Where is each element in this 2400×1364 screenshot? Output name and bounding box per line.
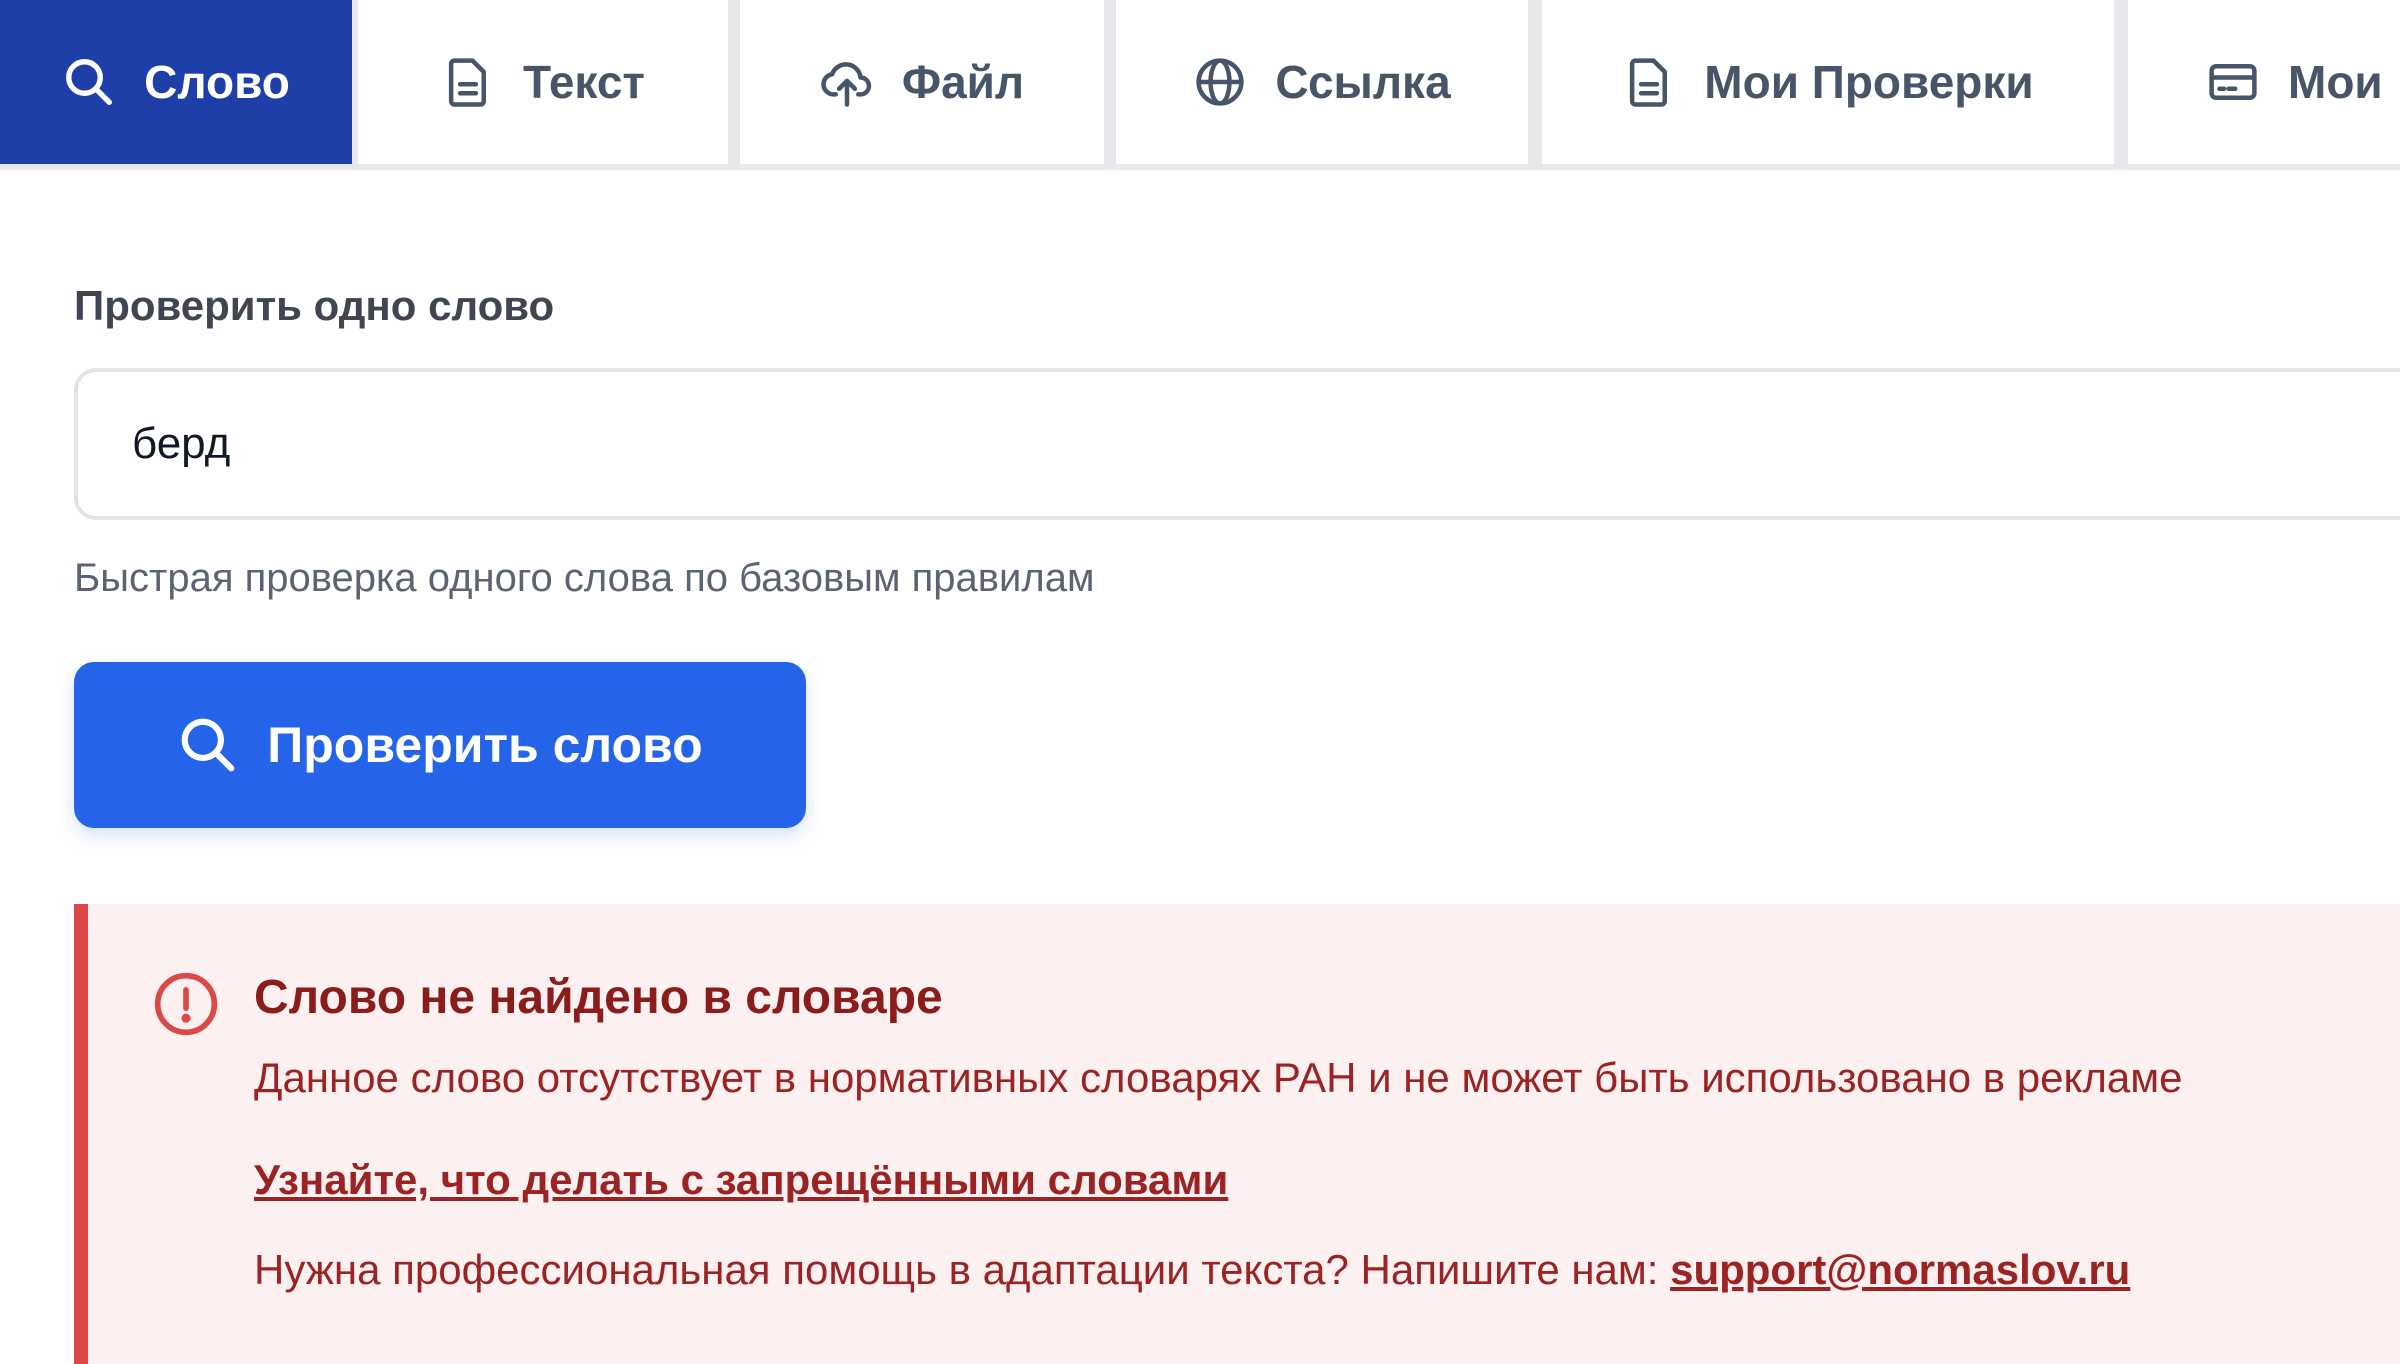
tab-text[interactable]: Текст (358, 0, 728, 164)
alert-description: Данное слово отсутствует в нормативных с… (254, 1054, 2183, 1101)
document-icon (441, 55, 495, 109)
error-alert: Слово не найдено в словаре Данное слово … (74, 904, 2400, 1364)
tab-label: Ссылка (1275, 56, 1451, 108)
tab-label: Слово (144, 56, 290, 108)
alert-help-line: Нужна профессиональная помощь в адаптаци… (254, 1246, 2130, 1294)
card-icon (2206, 55, 2260, 109)
section-title: Проверить одно слово (74, 282, 555, 329)
search-icon (177, 714, 239, 776)
tab-link[interactable]: Ссылка (1116, 0, 1528, 164)
tab-word[interactable]: Слово (0, 0, 352, 164)
check-word-button-label: Проверить слово (267, 717, 703, 773)
globe-icon (1193, 55, 1247, 109)
support-email-link[interactable]: support@normaslov.ru (1670, 1246, 2130, 1293)
word-input[interactable] (74, 368, 2400, 520)
cloud-upload-icon (820, 55, 874, 109)
tab-label: Файл (901, 56, 1025, 108)
alert-help-text: Нужна профессиональная помощь в адаптаци… (254, 1246, 1671, 1293)
tab-file[interactable]: Файл (740, 0, 1104, 164)
tab-label: Текст (523, 56, 645, 108)
alert-circle-icon (152, 970, 220, 1038)
tab-label: Мои (2288, 56, 2383, 108)
tab-my-card[interactable]: Мои (2128, 0, 2400, 164)
tab-bar: Слово Текст Файл Ссылка Мои Проверки Мои (0, 0, 2400, 170)
forbidden-words-link[interactable]: Узнайте, что делать с запрещёнными слова… (254, 1156, 1228, 1204)
check-word-button[interactable]: Проверить слово (74, 662, 806, 828)
search-icon (62, 55, 116, 109)
input-hint: Быстрая проверка одного слова по базовым… (74, 556, 1095, 600)
tab-my-checks[interactable]: Мои Проверки (1542, 0, 2114, 164)
alert-title: Слово не найдено в словаре (254, 971, 943, 1024)
document-icon (1622, 55, 1676, 109)
tab-label: Мои Проверки (1704, 56, 2034, 108)
